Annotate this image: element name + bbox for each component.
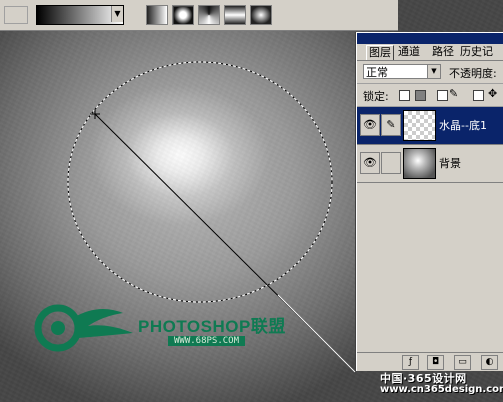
new-group-icon[interactable]: ▭	[454, 355, 471, 370]
diamond-gradient-button[interactable]	[250, 5, 272, 25]
selection-marching-ants	[67, 61, 333, 303]
tool-preset-picker[interactable]	[4, 6, 28, 24]
tab-history[interactable]: 历史记	[458, 45, 495, 59]
brush-icon[interactable]: ✎	[381, 114, 401, 136]
blend-mode-value: 正常	[366, 66, 388, 79]
move-icon: ✥	[488, 87, 498, 100]
layers-panel: 图层 通道 路径 历史记 正常 ▼ 不透明度: 锁定: ✎ ✥ 👁 ✎ 水晶--…	[356, 32, 503, 371]
elliptical-selection	[67, 61, 333, 303]
layer-name: 背景	[439, 157, 461, 170]
angle-gradient-button[interactable]	[198, 5, 220, 25]
watermark-url: WWW.68PS.COM	[168, 336, 246, 346]
layers-empty-area	[357, 197, 503, 351]
lock-transparency-checkbox[interactable]	[399, 90, 410, 101]
layer-thumbnail	[403, 110, 436, 141]
lock-brush-checkbox[interactable]	[437, 90, 448, 101]
add-mask-icon[interactable]: ◘	[427, 355, 444, 370]
panel-titlebar[interactable]	[357, 33, 503, 44]
eye-icon[interactable]: 👁	[360, 114, 380, 136]
watermark-brand: PHOTOSHOP联盟	[138, 317, 286, 336]
tab-channels[interactable]: 通道	[396, 45, 422, 59]
blend-mode-select[interactable]: 正常 ▼	[363, 64, 441, 79]
panel-bottom-bar: ƒ ◘ ▭ ◐	[357, 352, 503, 371]
options-bar: ▼	[0, 0, 398, 31]
lock-position-checkbox[interactable]	[473, 90, 484, 101]
lock-row: 锁定: ✎ ✥	[357, 84, 503, 107]
footer-line2: www.cn365design.com	[380, 384, 503, 395]
adjustment-layer-icon[interactable]: ◐	[481, 355, 498, 370]
link-slot[interactable]	[381, 152, 401, 174]
opacity-label: 不透明度:	[449, 67, 497, 80]
lock-label: 锁定:	[363, 90, 389, 103]
gradient-drag-line-light	[277, 294, 356, 373]
phoenix-logo-icon	[34, 304, 133, 352]
layer-name: 水晶--底1	[439, 119, 487, 132]
photoshop-watermark: PHOTOSHOP联盟 WWW.68PS.COM	[28, 298, 288, 358]
layer-row-crystal[interactable]: 👁 ✎ 水晶--底1	[357, 107, 503, 145]
tab-layers[interactable]: 图层	[366, 45, 394, 60]
panel-tabs: 图层 通道 路径 历史记	[357, 44, 503, 61]
layer-row-background[interactable]: 👁 背景	[357, 145, 503, 183]
layer-style-icon[interactable]: ƒ	[402, 355, 419, 370]
layer-thumbnail	[403, 148, 436, 179]
brush-icon: ✎	[449, 87, 459, 100]
site-watermark: 中国·365设计网 www.cn365design.com	[380, 370, 503, 402]
reflected-gradient-button[interactable]	[224, 5, 246, 25]
radial-gradient-button[interactable]	[172, 5, 194, 25]
chevron-down-icon[interactable]: ▼	[427, 65, 440, 78]
eye-icon[interactable]: 👁	[360, 152, 380, 174]
linear-gradient-button[interactable]	[146, 5, 168, 25]
lock-image-checkbox[interactable]	[415, 90, 426, 101]
blend-row: 正常 ▼ 不透明度:	[357, 61, 503, 84]
chevron-down-icon[interactable]: ▼	[111, 6, 123, 22]
tab-paths[interactable]: 路径	[430, 45, 456, 59]
